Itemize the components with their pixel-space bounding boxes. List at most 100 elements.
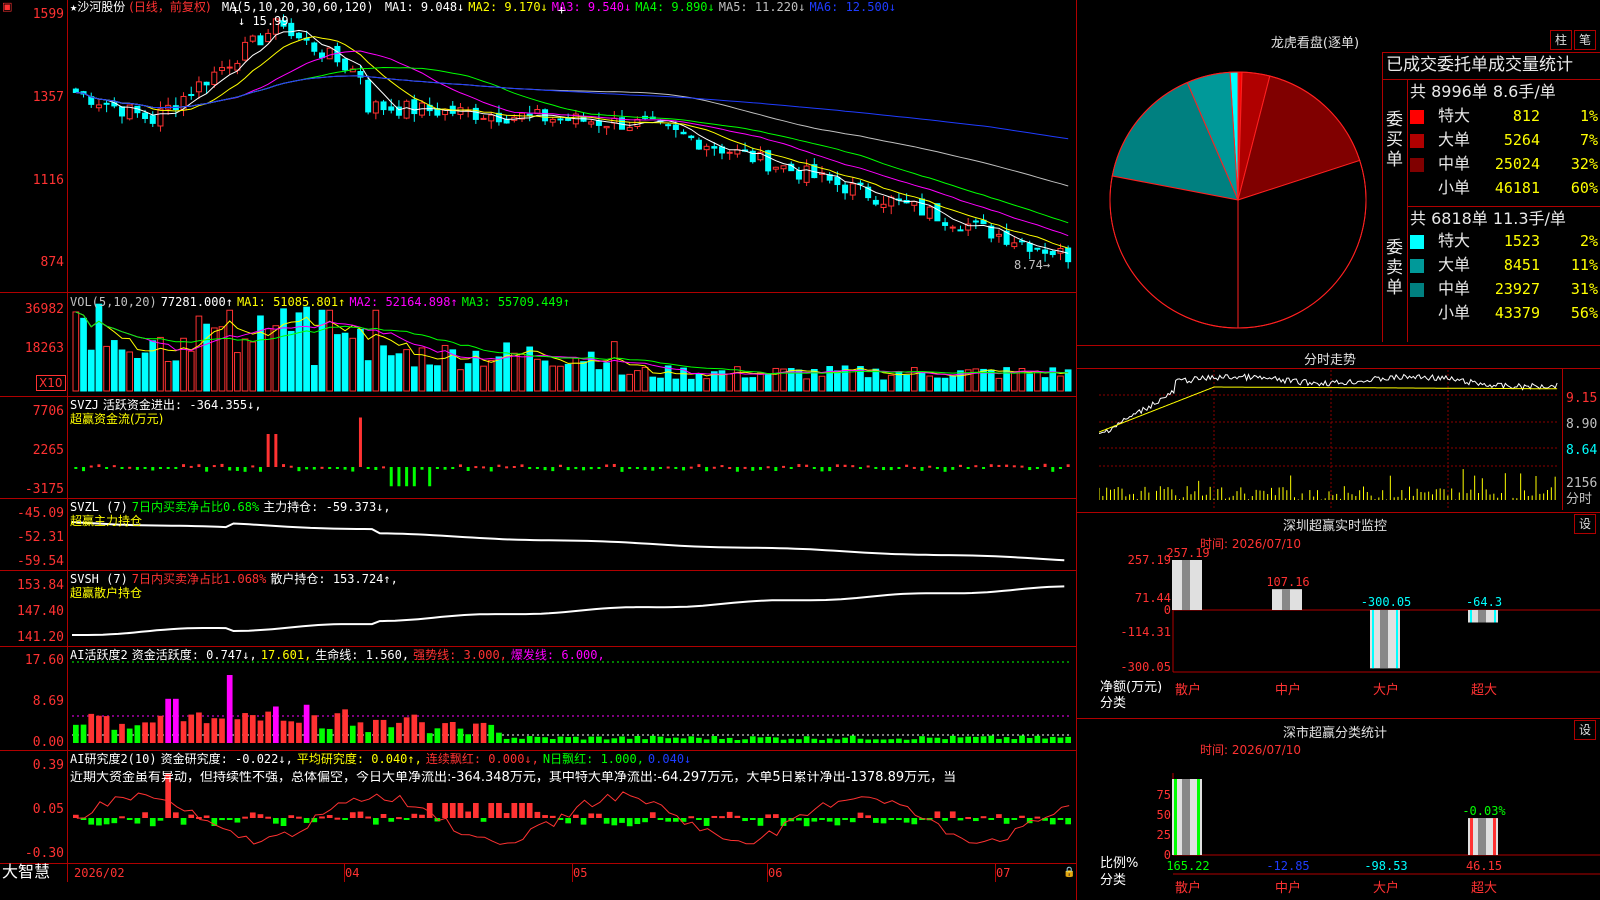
svzj-bar (874, 467, 878, 469)
ai-research-bar (542, 815, 548, 818)
ai-active-bar (742, 739, 748, 743)
divider (1407, 79, 1408, 342)
svzl-subheader: 超赢主力持仓 (70, 514, 143, 528)
vol-ma1: MA1: 51085.801↑ (236, 295, 346, 309)
ai-active-bar (949, 735, 956, 743)
ai-research-bar (465, 811, 471, 818)
ai-active-bar (126, 728, 133, 743)
svzj-bar (512, 465, 516, 468)
ai-active-bar (926, 737, 933, 743)
intraday-chart[interactable] (1099, 370, 1559, 510)
legend-swatch (1410, 235, 1424, 249)
svzj-bar (343, 467, 347, 470)
stat-row: 特大 812 1% (1410, 105, 1598, 127)
y-label: -45.09 (17, 506, 64, 521)
volume-bar (526, 346, 534, 392)
svzj-bar (297, 467, 301, 472)
ai-active-bar (226, 675, 233, 743)
volume-bar (626, 373, 634, 392)
ai-research-bar (773, 814, 779, 818)
svzj-bar (274, 434, 278, 467)
volume-bar (334, 334, 341, 392)
intraday-y-label: 9.15 (1566, 391, 1598, 406)
volume-bar (103, 345, 110, 392)
candle-body (780, 165, 787, 170)
svzj-bar (566, 467, 570, 471)
candle-body (372, 101, 379, 114)
volume-bar (695, 373, 703, 392)
y-label: -3175 (24, 482, 64, 497)
ai-active-bar (842, 737, 848, 743)
period-label[interactable]: (日线，前复权) (129, 0, 210, 14)
lock-icon[interactable]: 🔒 (1063, 866, 1075, 880)
ai-research-bar (865, 815, 871, 818)
row-value: 8451 (1503, 256, 1540, 274)
ai-research-bar (565, 818, 571, 824)
svzj-bar (212, 465, 216, 468)
candle-body (626, 126, 633, 132)
candle-body (849, 183, 856, 196)
svzl-label: SVZL (7) (70, 500, 128, 514)
svzj-bar (366, 467, 370, 469)
ai-research-bar (226, 818, 233, 820)
svzj-subheader: 超赢资金流(万元) (70, 412, 164, 426)
y-label: 18263 (24, 341, 64, 356)
svzj-bar (166, 467, 170, 469)
volume-bar (249, 341, 257, 392)
svzj-bar (182, 464, 186, 467)
volume-bar (380, 345, 387, 392)
ai-research-bar (711, 815, 718, 818)
ai-research-bar (880, 818, 887, 824)
ai-research-bar (188, 814, 195, 818)
svzj-bar (651, 467, 655, 471)
bar-value-label: -64.3 (1466, 595, 1502, 609)
svzj-bar (374, 467, 378, 470)
ai-research-bar (942, 818, 948, 821)
ai-active-bar (449, 721, 456, 743)
candle-body (872, 199, 879, 205)
ai-research-bar (149, 818, 156, 827)
ai-research-bar (988, 818, 995, 820)
ai-research-bar (511, 803, 518, 818)
volume-bar (264, 328, 272, 392)
svzj-bar (782, 465, 786, 468)
volume-bar (749, 377, 757, 392)
candle-body (942, 222, 949, 226)
volume-bar (457, 369, 464, 392)
svzj-bar (551, 467, 555, 472)
candle-body (411, 99, 418, 115)
candle-body (995, 233, 1002, 237)
ai-active-bar (849, 735, 856, 743)
main-chart-header: ★沙河股份 (日线，前复权) MA(5,10,20,30,60,120) MA1:… (70, 0, 904, 14)
candle-body (103, 102, 110, 105)
bar-mode-button[interactable]: 柱 (1550, 30, 1572, 50)
ai-active-bar (888, 739, 895, 743)
pen-mode-button[interactable]: 笔 (1574, 30, 1596, 50)
svzj-bar (712, 466, 716, 469)
svzj-bar (589, 467, 593, 470)
date-tick (572, 864, 573, 882)
ai-active-bar (296, 722, 302, 743)
intraday-vol-label: 2156 (1566, 476, 1598, 491)
ai-active-bar (149, 722, 156, 743)
volume-bar (518, 353, 526, 392)
volume-bar (757, 372, 764, 392)
legend-swatch (1410, 259, 1424, 273)
ai-research-bar (896, 818, 902, 820)
top-value-label: -0.03% (1462, 804, 1506, 818)
row-label: 大单 (1438, 255, 1471, 274)
svzj-bar (882, 467, 886, 471)
ai-active-bar (396, 722, 402, 743)
category-label: 中户 (1275, 880, 1301, 896)
ai-research-bar (949, 811, 956, 818)
svzj-bar (635, 467, 639, 469)
ai-research-bar (603, 818, 610, 824)
plus-mark: + (232, 3, 240, 17)
ai-active-bar (896, 738, 902, 743)
ai-research-bar (973, 818, 979, 822)
svzj-bar (258, 467, 262, 472)
ai-research-header: AI研究度2(10) 资金研究度: -0.022↓, 平均研究度: 0.040↑, 连… (70, 752, 695, 766)
category-label: 中户 (1275, 682, 1301, 698)
date-label: 06 (768, 866, 783, 880)
volume-bar (218, 326, 226, 392)
